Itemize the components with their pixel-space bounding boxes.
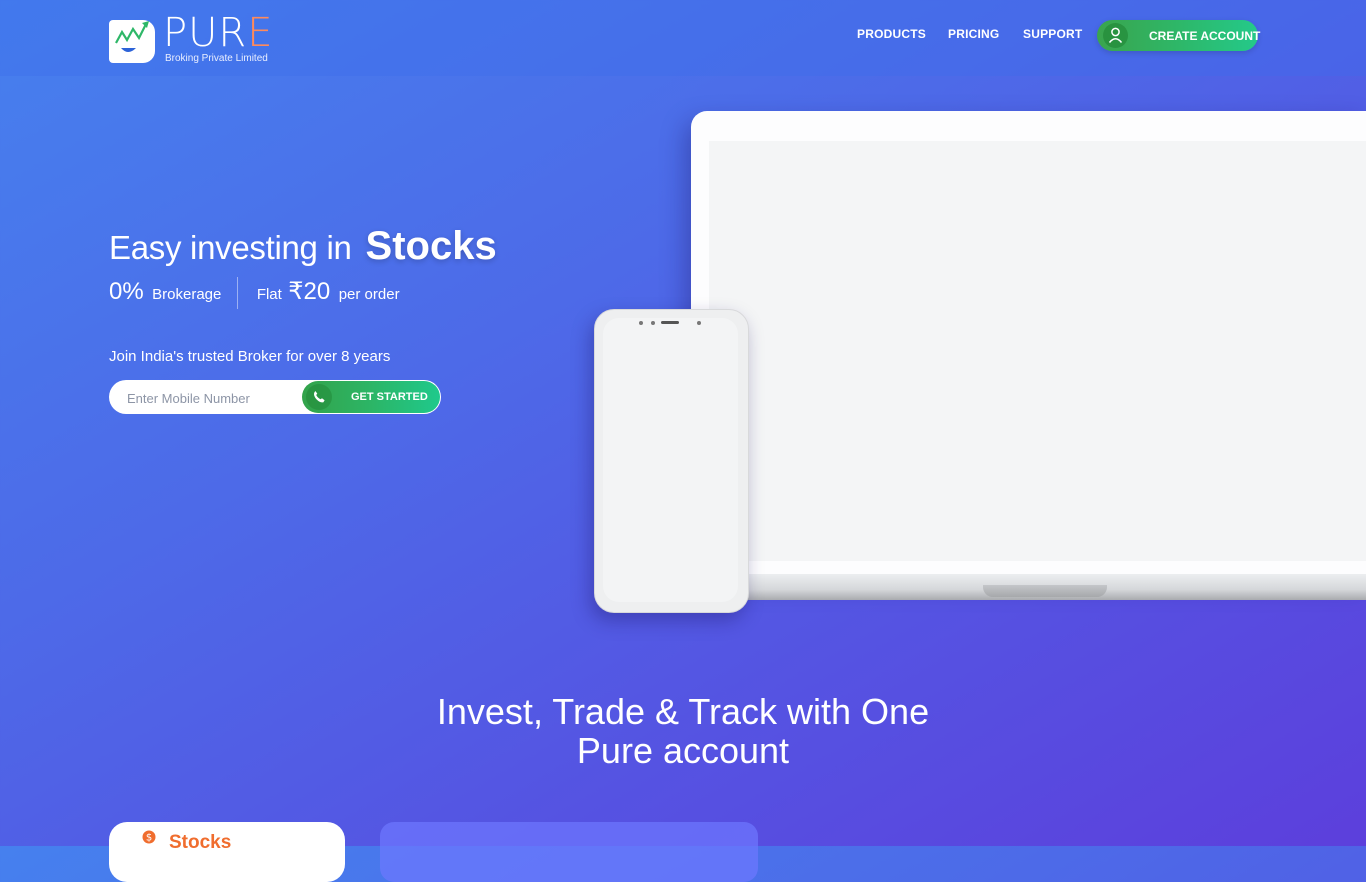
laptop-lid (691, 111, 1366, 576)
nav-support[interactable]: SUPPORT (1023, 27, 1082, 41)
pricing-divider (237, 277, 238, 309)
create-account-label: CREATE ACCOUNT (1149, 29, 1261, 43)
phone-screen (603, 318, 738, 602)
hero-title-highlight: Stocks (365, 224, 497, 268)
phone-sensor (651, 321, 655, 325)
phone-camera (697, 321, 701, 325)
trust-text: Join India's trusted Broker for over 8 y… (109, 348, 391, 365)
section-title-line2: Pure account (576, 730, 790, 771)
product-tab-stocks-label: Stocks (169, 832, 232, 853)
create-account-button[interactable]: CREATE ACCOUNT (1097, 20, 1261, 51)
flat-fee-value: ₹20 (288, 278, 331, 305)
get-started-button[interactable]: GET STARTED (302, 381, 440, 413)
nav-pricing[interactable]: PRICING (948, 27, 999, 41)
laptop-screen (709, 141, 1366, 561)
phone-mockup (594, 309, 749, 613)
product-tab-stocks[interactable]: $ Stocks (109, 822, 345, 882)
svg-text:$: $ (146, 833, 152, 844)
brokerage-label: Brokerage (152, 286, 222, 303)
logo-mark-icon (109, 20, 155, 63)
flat-fee-suffix: per order (338, 286, 400, 303)
section-title: Invest, Trade & Track with One Pure acco… (383, 692, 983, 770)
phone-icon (306, 384, 332, 410)
product-detail-panel (380, 822, 758, 882)
section-title-line1: Invest, Trade & Track with One (436, 691, 930, 732)
laptop-notch (983, 585, 1107, 597)
phone-sensor (639, 321, 643, 325)
stocks-coin-icon: $ (142, 830, 156, 844)
brand-logo[interactable]: PURE Broking Private Limited (109, 13, 272, 66)
hero-title: Easy investing in Stocks (109, 224, 497, 269)
mobile-number-input[interactable] (125, 387, 309, 409)
hero-title-prefix: Easy investing in (109, 229, 352, 266)
brand-name: PURE (163, 10, 274, 56)
signup-form: GET STARTED (109, 380, 441, 414)
brokerage-value: 0% (109, 278, 144, 305)
laptop-mockup (685, 111, 1366, 612)
flat-label: Flat (256, 286, 282, 303)
phone-speaker (661, 321, 679, 324)
brand-tagline: Broking Private Limited (165, 53, 268, 64)
user-icon (1103, 23, 1128, 48)
get-started-label: GET STARTED (351, 391, 428, 403)
nav-products[interactable]: PRODUCTS (857, 27, 926, 41)
pricing-summary: 0% Brokerage Flat ₹20 per order (109, 277, 400, 309)
